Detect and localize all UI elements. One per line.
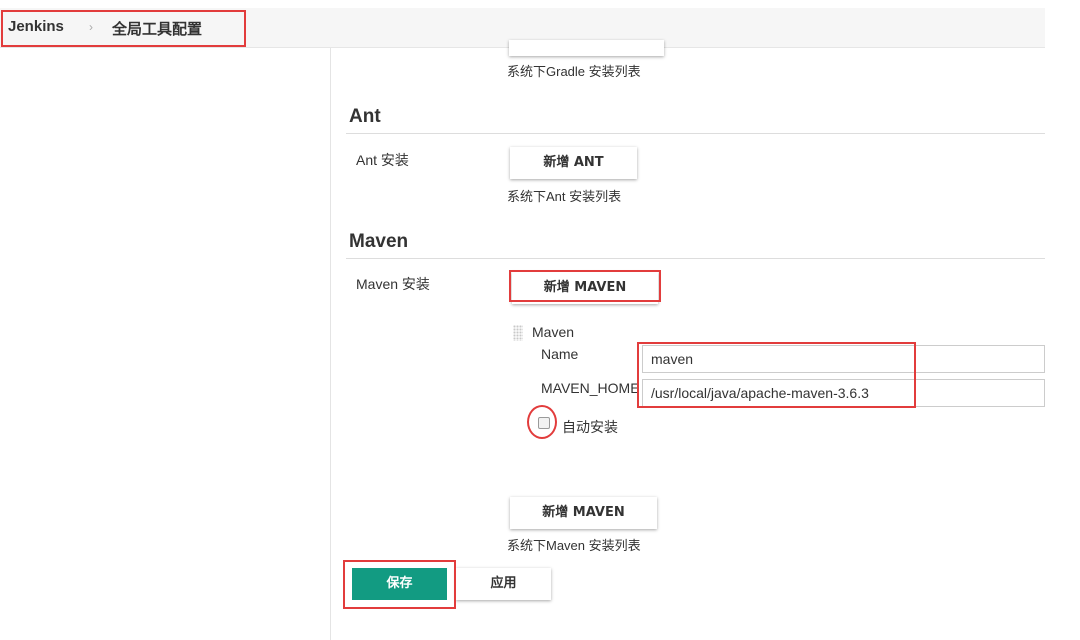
maven-section-divider bbox=[346, 258, 1045, 259]
maven-name-input[interactable] bbox=[642, 345, 1045, 373]
add-gradle-button[interactable] bbox=[509, 40, 664, 56]
add-maven-button-bottom[interactable]: 新增 MAVEN bbox=[510, 497, 657, 529]
maven-home-input[interactable] bbox=[642, 379, 1045, 407]
maven-section-title: Maven bbox=[349, 231, 409, 252]
sidebar-divider bbox=[330, 48, 331, 640]
ant-section-title: Ant bbox=[349, 106, 381, 127]
add-ant-button[interactable]: 新增 ANT bbox=[510, 147, 637, 179]
apply-button[interactable]: 应用 bbox=[456, 568, 551, 600]
maven-home-label: MAVEN_HOME bbox=[541, 380, 640, 396]
auto-install-checkbox[interactable] bbox=[538, 417, 550, 429]
maven-installation-header: Maven bbox=[532, 324, 575, 340]
drag-handle-icon[interactable] bbox=[513, 325, 523, 341]
add-maven-button[interactable]: 新增 MAVEN bbox=[512, 272, 658, 304]
save-button[interactable]: 保存 bbox=[352, 568, 447, 600]
breadcrumb-separator-icon: › bbox=[89, 20, 93, 34]
ant-help-text: 系统下Ant 安装列表 bbox=[507, 189, 622, 204]
auto-install-label: 自动安装 bbox=[562, 419, 618, 435]
breadcrumb-jenkins-link[interactable]: Jenkins bbox=[8, 18, 64, 35]
ant-section-divider bbox=[346, 133, 1045, 134]
ant-install-label: Ant 安装 bbox=[356, 152, 409, 168]
maven-help-text: 系统下Maven 安装列表 bbox=[507, 538, 641, 553]
gradle-help-text: 系统下Gradle 安装列表 bbox=[507, 64, 641, 79]
maven-install-label: Maven 安装 bbox=[356, 276, 430, 292]
breadcrumb-current-page[interactable]: 全局工具配置 bbox=[112, 18, 202, 39]
maven-name-label: Name bbox=[541, 346, 579, 362]
